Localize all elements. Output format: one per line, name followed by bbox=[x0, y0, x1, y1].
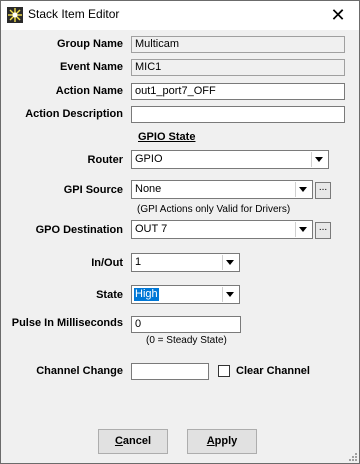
gpo-destination-label: GPO Destination bbox=[35, 224, 123, 236]
pulse-input[interactable]: 0 bbox=[131, 316, 241, 333]
action-name-label: Action Name bbox=[55, 85, 123, 97]
router-label: Router bbox=[87, 154, 123, 166]
clear-channel-checkbox[interactable] bbox=[218, 365, 230, 377]
event-name-field: MIC1 bbox=[131, 59, 345, 76]
in-out-value: 1 bbox=[135, 256, 142, 268]
resize-grip-icon[interactable] bbox=[347, 451, 357, 461]
apply-label-rest: pply bbox=[214, 435, 238, 447]
gpi-source-hint: (GPI Actions only Valid for Drivers) bbox=[137, 204, 291, 215]
chevron-down-icon[interactable] bbox=[222, 255, 238, 270]
group-name-field: Multicam bbox=[131, 36, 345, 53]
action-name-input[interactable]: out1_port7_OFF bbox=[131, 83, 345, 100]
gpo-destination-browse-button[interactable]: ... bbox=[315, 222, 331, 239]
chevron-down-icon[interactable] bbox=[222, 287, 238, 302]
gpi-source-select[interactable]: None bbox=[131, 180, 313, 199]
pulse-hint: (0 = Steady State) bbox=[146, 335, 227, 346]
gpio-state-heading: GPIO State bbox=[138, 131, 196, 143]
router-select[interactable]: GPIO bbox=[131, 150, 329, 169]
gpi-source-value: None bbox=[135, 183, 162, 195]
pulse-label: Pulse In Milliseconds bbox=[11, 317, 123, 329]
title-bar[interactable]: Stack Item Editor ✕ bbox=[1, 1, 359, 30]
apply-mnemonic: A bbox=[206, 435, 215, 447]
state-label: State bbox=[96, 289, 123, 301]
clear-channel-label: Clear Channel bbox=[236, 365, 310, 377]
state-select[interactable]: High bbox=[131, 285, 240, 304]
cancel-mnemonic: C bbox=[114, 435, 123, 447]
chevron-down-icon[interactable] bbox=[295, 222, 311, 237]
action-description-input[interactable] bbox=[131, 106, 345, 123]
in-out-label: In/Out bbox=[91, 257, 123, 269]
cancel-button[interactable]: Cancel bbox=[98, 429, 168, 454]
state-value: High bbox=[134, 288, 159, 301]
router-value: GPIO bbox=[135, 153, 163, 165]
starburst-icon bbox=[7, 7, 23, 23]
in-out-select[interactable]: 1 bbox=[131, 253, 240, 272]
dialog-window: Stack Item Editor ✕ Group Name Multicam … bbox=[0, 0, 360, 464]
chevron-down-icon[interactable] bbox=[295, 182, 311, 197]
channel-change-input[interactable] bbox=[131, 363, 209, 380]
gpo-destination-select[interactable]: OUT 7 bbox=[131, 220, 313, 239]
action-description-label: Action Description bbox=[25, 108, 123, 120]
gpi-source-browse-button[interactable]: ... bbox=[315, 182, 331, 199]
channel-change-label: Channel Change bbox=[36, 365, 123, 377]
event-name-label: Event Name bbox=[60, 61, 123, 73]
close-icon: ✕ bbox=[330, 5, 346, 25]
close-button[interactable]: ✕ bbox=[325, 3, 351, 27]
chevron-down-icon[interactable] bbox=[311, 152, 327, 167]
gpo-destination-value: OUT 7 bbox=[135, 223, 168, 235]
apply-button[interactable]: Apply bbox=[187, 429, 257, 454]
gpi-source-label: GPI Source bbox=[63, 184, 123, 196]
window-title: Stack Item Editor bbox=[28, 7, 120, 21]
group-name-label: Group Name bbox=[56, 38, 123, 50]
cancel-label-rest: ancel bbox=[122, 435, 152, 447]
